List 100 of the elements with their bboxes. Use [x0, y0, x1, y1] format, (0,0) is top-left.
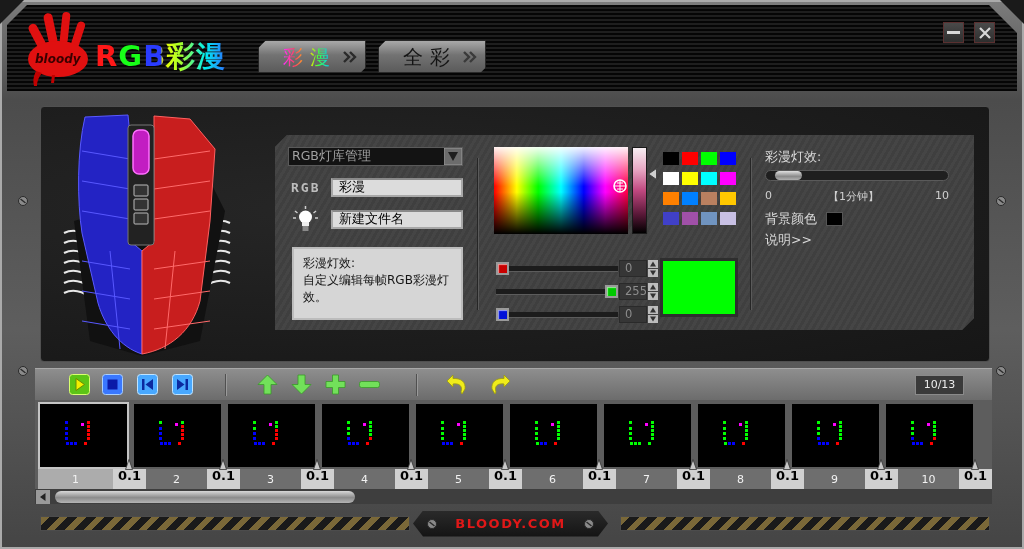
color-swatch[interactable]	[720, 152, 736, 165]
frame-thumbnail[interactable]	[414, 402, 505, 469]
frame-thumbnail[interactable]	[790, 402, 881, 469]
color-swatch[interactable]	[663, 212, 679, 225]
slider-thumb[interactable]	[775, 171, 803, 180]
frame-delay[interactable]: 0.1	[113, 469, 146, 489]
frame-thumbnail[interactable]	[132, 402, 223, 469]
frame-thumbnail[interactable]	[696, 402, 787, 469]
color-swatch[interactable]	[720, 192, 736, 205]
color-swatch[interactable]	[701, 192, 717, 205]
slider-thumb[interactable]	[496, 261, 509, 275]
spinner-icon[interactable]	[648, 259, 658, 277]
channel-value-field[interactable]: 255	[619, 282, 647, 300]
minus-icon[interactable]	[359, 381, 380, 388]
color-swatch[interactable]	[682, 212, 698, 225]
logo-text: bloody	[35, 52, 81, 66]
arrow-down-icon[interactable]	[291, 374, 312, 395]
name-field[interactable]: 彩漫	[331, 178, 463, 197]
effect-label: 彩漫灯效:	[765, 149, 823, 165]
redo-icon[interactable]	[490, 374, 511, 395]
frame-delay[interactable]: 0.1	[771, 469, 804, 489]
frame-delay[interactable]: 0.1	[395, 469, 428, 489]
frame-number: 7	[616, 469, 677, 489]
spinner-icon[interactable]	[648, 305, 658, 323]
frame-delay[interactable]: 0.1	[677, 469, 710, 489]
frame-counter: 10/13	[915, 374, 964, 395]
skip-forward-icon[interactable]	[172, 374, 193, 395]
file-name-field[interactable]: 新建文件名	[331, 209, 463, 229]
close-button[interactable]	[974, 22, 995, 43]
channel-value-field[interactable]: 0	[619, 305, 647, 323]
frame-delay[interactable]: 0.1	[207, 469, 240, 489]
color-spectrum[interactable]	[494, 147, 628, 234]
help-link[interactable]: 说明>>	[765, 232, 812, 249]
scrollbar-thumb[interactable]	[55, 490, 355, 503]
frame-number: 9	[804, 469, 865, 489]
skip-back-icon[interactable]	[137, 374, 158, 395]
picker-crosshair-icon[interactable]	[613, 179, 627, 193]
spinner-icon[interactable]	[648, 282, 658, 300]
frame-number: 4	[334, 469, 395, 489]
frame-thumbnail[interactable]	[226, 402, 317, 469]
double-chevron-icon	[343, 49, 358, 64]
frame-thumbnail[interactable]	[38, 402, 129, 469]
undo-icon[interactable]	[446, 374, 467, 395]
color-swatch[interactable]	[701, 212, 717, 225]
screw-icon	[996, 366, 1006, 376]
close-icon	[978, 26, 991, 39]
background-color-label: 背景颜色	[765, 211, 817, 227]
frame-delay[interactable]: 0.1	[583, 469, 616, 489]
scroll-left-icon[interactable]	[36, 489, 50, 504]
color-swatch[interactable]	[663, 192, 679, 205]
frame-thumbnail[interactable]	[884, 402, 975, 469]
play-icon[interactable]	[69, 374, 90, 395]
frame-thumbnail[interactable]	[508, 402, 599, 469]
color-swatch[interactable]	[663, 172, 679, 185]
slider-pointer-icon[interactable]	[648, 168, 657, 181]
frame-delay[interactable]: 0.1	[959, 469, 992, 489]
frame-delay[interactable]: 0.1	[865, 469, 898, 489]
minimize-button[interactable]	[943, 22, 964, 43]
frame-number: 10	[898, 469, 959, 489]
color-swatch[interactable]	[826, 212, 843, 226]
scale-max-label: 10	[935, 189, 949, 204]
color-swatch[interactable]	[701, 152, 717, 165]
slider-thumb[interactable]	[496, 307, 509, 321]
color-swatch[interactable]	[682, 152, 698, 165]
caret-icon	[444, 148, 462, 165]
frame-number: 1	[38, 469, 113, 489]
frame-delay[interactable]: 0.1	[301, 469, 334, 489]
frame-number: 6	[522, 469, 583, 489]
screw-icon	[584, 518, 594, 529]
arrow-up-icon[interactable]	[257, 374, 278, 395]
color-swatch[interactable]	[682, 192, 698, 205]
scale-min-label: 0	[765, 189, 772, 204]
description-text: 自定义编辑每帧RGB彩漫灯效。	[303, 272, 450, 306]
color-swatch[interactable]	[720, 172, 736, 185]
screw-icon	[996, 196, 1006, 206]
color-swatch[interactable]	[720, 212, 736, 225]
double-chevron-icon	[463, 49, 478, 64]
plus-icon[interactable]	[325, 374, 346, 395]
library-dropdown[interactable]: RGB灯库管理	[288, 147, 463, 166]
frame-number: 2	[146, 469, 207, 489]
screw-icon	[18, 366, 28, 376]
frame-delay[interactable]: 0.1	[489, 469, 522, 489]
minimize-icon	[947, 31, 960, 34]
speed-slider-track[interactable]	[765, 170, 949, 181]
color-swatch[interactable]	[682, 172, 698, 185]
frame-thumbnail[interactable]	[602, 402, 693, 469]
screw-icon	[18, 196, 28, 206]
screw-icon	[427, 518, 437, 529]
stop-icon[interactable]	[102, 374, 123, 395]
app-title: RGB彩漫	[95, 40, 227, 72]
light-bulb-icon	[293, 206, 318, 232]
frame-thumbnail[interactable]	[320, 402, 411, 469]
rgb-label: RGB	[291, 180, 322, 195]
color-swatch[interactable]	[663, 152, 679, 165]
speed-value-label: 【1分钟】	[828, 189, 879, 204]
frame-number: 5	[428, 469, 489, 489]
mode-tab[interactable]: 全 彩	[378, 40, 487, 73]
slider-thumb[interactable]	[605, 284, 618, 298]
color-swatch[interactable]	[701, 172, 717, 185]
channel-value-field[interactable]: 0	[619, 259, 647, 277]
